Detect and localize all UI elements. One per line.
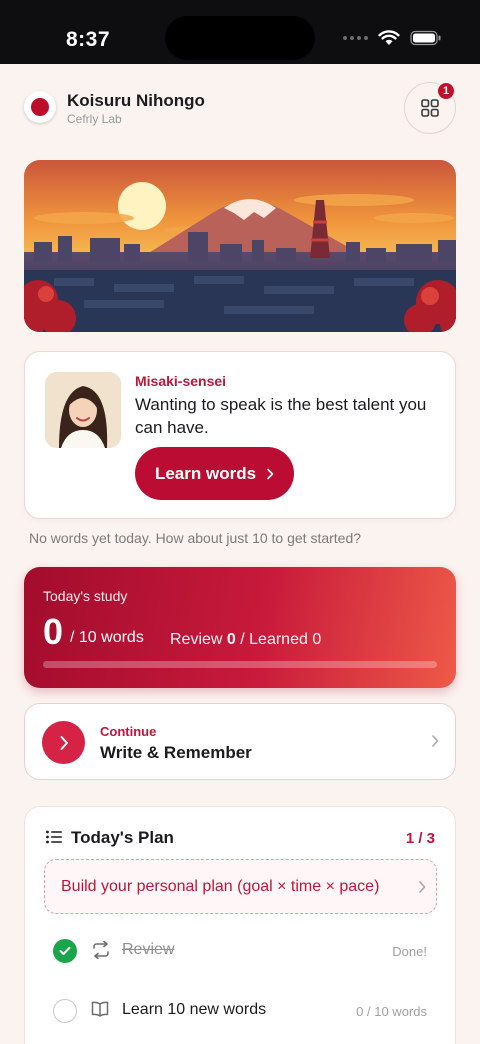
continue-kicker: Continue <box>100 724 157 739</box>
learned-count: / Learned 0 <box>235 631 322 648</box>
study-progress-bar <box>43 661 437 668</box>
todays-study-card[interactable]: Today's study 0 / 10 words Review 0 / Le… <box>24 567 456 688</box>
sensei-quote: Wanting to speak is the best talent you … <box>135 395 427 437</box>
sensei-portrait-icon <box>45 372 121 448</box>
plan-item-review[interactable]: Review Done! <box>53 938 429 964</box>
build-plan-button[interactable]: Build your personal plan (goal × time × … <box>44 859 437 914</box>
sensei-card: Misaki-sensei Wanting to speak is the be… <box>24 351 456 519</box>
tokyo-skyline-illustration <box>24 160 456 332</box>
review-count: 0 <box>226 631 236 648</box>
signal-icon <box>343 36 368 40</box>
study-label: Today's study <box>43 588 128 604</box>
status-icons <box>343 30 442 46</box>
continue-play-icon <box>42 721 85 764</box>
study-review-stats: Review 0 / Learned 0 <box>170 631 321 649</box>
plan-item-label: Review <box>122 941 175 958</box>
plan-item-status: 0 / 10 words <box>356 1004 427 1019</box>
status-bar: 8:37 <box>0 0 480 64</box>
sensei-avatar <box>45 372 121 448</box>
learn-words-label: Learn words <box>154 463 257 483</box>
app-header: Koisuru Nihongo Cefrly Lab 1 <box>24 81 456 134</box>
review-prefix: Review <box>170 631 227 648</box>
app-subtitle: Cefrly Lab <box>67 112 122 126</box>
repeat-icon <box>93 941 109 959</box>
menu-grid-button[interactable]: 1 <box>404 81 456 134</box>
app-title: Koisuru Nihongo <box>67 91 205 110</box>
battery-icon <box>410 30 441 46</box>
chevron-right-icon <box>60 735 68 750</box>
plan-progress-count: 1 / 3 <box>405 830 435 847</box>
dynamic-island <box>165 16 315 60</box>
wifi-icon <box>378 30 400 45</box>
grid-icon <box>421 99 439 117</box>
build-plan-label: Build your personal plan (goal × time × … <box>61 877 380 895</box>
plan-item-label: Learn 10 new words <box>122 1001 267 1018</box>
notification-badge: 1 <box>436 81 456 101</box>
study-goal: / 10 words <box>70 629 144 646</box>
sensei-name: Misaki-sensei <box>135 373 227 389</box>
daily-hint-text: No words yet today. How about just 10 to… <box>29 530 362 546</box>
plan-item-status: Done! <box>392 944 427 959</box>
plan-item-learn-new-words[interactable]: Learn 10 new words 0 / 10 words <box>53 998 429 1024</box>
checkmark-icon <box>53 939 77 963</box>
hero-banner <box>24 160 456 332</box>
continue-card[interactable]: Continue Write & Remember <box>24 703 456 780</box>
chevron-right-icon <box>419 881 426 893</box>
chevron-right-icon <box>267 468 274 479</box>
study-count: 0 <box>43 611 64 652</box>
unchecked-circle-icon <box>53 999 77 1023</box>
learn-words-button[interactable]: Learn words <box>135 447 294 500</box>
continue-title: Write & Remember <box>100 743 252 762</box>
status-time: 8:37 <box>66 28 111 51</box>
chevron-right-icon <box>432 735 439 747</box>
plan-title: Today's Plan <box>71 828 174 847</box>
book-icon <box>91 1001 109 1017</box>
list-icon <box>46 830 62 844</box>
japan-flag-icon <box>24 91 56 123</box>
todays-plan-card: Today's Plan 1 / 3 Build your personal p… <box>24 806 456 1044</box>
